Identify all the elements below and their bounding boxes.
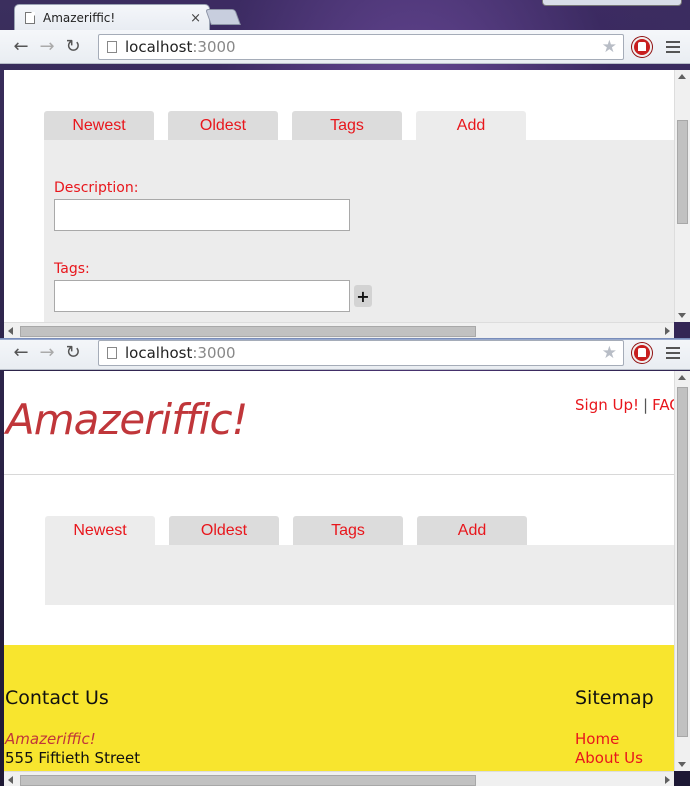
browser-toolbar: ← → ↻ localhost:3000 ★: [0, 30, 690, 64]
signup-link[interactable]: Sign Up!: [575, 396, 639, 414]
tab-tags[interactable]: Tags: [292, 111, 402, 141]
browser-tab-title: Amazeriffic!: [43, 11, 116, 25]
bookmark-star-icon[interactable]: ★: [602, 343, 617, 363]
window-controls[interactable]: [542, 0, 682, 6]
scroll-left-icon[interactable]: [8, 327, 13, 335]
bookmark-star-icon[interactable]: ★: [602, 37, 617, 57]
sitemap-about-link[interactable]: About Us: [575, 749, 643, 767]
faq-link[interactable]: FAQ: [652, 396, 674, 414]
tab-oldest[interactable]: Oldest: [169, 516, 279, 546]
close-tab-icon[interactable]: ×: [190, 11, 201, 26]
browser-toolbar: ← → ↻ localhost:3000 ★: [0, 340, 690, 370]
tab-add[interactable]: Add: [417, 516, 527, 546]
scroll-down-icon[interactable]: [678, 313, 686, 318]
page-info-icon: [107, 40, 117, 53]
scroll-up-icon[interactable]: [678, 74, 686, 79]
app-tab-bar: Newest Oldest Tags Add: [45, 516, 527, 546]
header-divider: [4, 474, 674, 475]
sitemap-heading: Sitemap: [575, 687, 654, 709]
tags-input[interactable]: [54, 280, 350, 312]
chrome-menu-icon[interactable]: [666, 346, 680, 359]
browser-window-top: Amazeriffic! × ← → ↻ localhost:3000 ★ Ne…: [0, 0, 690, 340]
address-bar[interactable]: localhost:3000 ★: [98, 33, 624, 60]
tab-strip: Amazeriffic! ×: [0, 0, 690, 31]
new-tab-button[interactable]: [205, 9, 241, 25]
scroll-right-icon[interactable]: [665, 776, 670, 784]
footer-company-name: Amazeriffic!: [5, 730, 96, 748]
forward-button[interactable]: →: [34, 340, 60, 366]
tab-add[interactable]: Add: [416, 111, 526, 141]
hscroll-thumb[interactable]: [20, 326, 476, 337]
page-viewport: Amazeriffic! Sign Up!|FAQ Newest Oldest …: [4, 371, 674, 771]
vertical-scrollbar[interactable]: [674, 371, 690, 771]
footer-street-address: 555 Fiftieth Street: [5, 749, 141, 767]
tab-newest[interactable]: Newest: [45, 516, 155, 546]
description-input[interactable]: [54, 199, 350, 231]
reload-button[interactable]: ↻: [60, 34, 86, 60]
scroll-up-icon[interactable]: [678, 375, 686, 380]
page-info-icon: [107, 346, 117, 359]
scroll-left-icon[interactable]: [8, 776, 13, 784]
page-icon: [25, 12, 35, 24]
back-button[interactable]: ←: [8, 340, 34, 366]
header-links: Sign Up!|FAQ: [575, 396, 674, 414]
chrome-menu-icon[interactable]: [666, 40, 680, 53]
horizontal-scrollbar[interactable]: [4, 322, 674, 338]
url-port: :3000: [192, 37, 236, 56]
browser-window-bottom: ← → ↻ localhost:3000 ★ Amazeriffic! Sign…: [0, 340, 690, 786]
url-host: localhost: [125, 37, 193, 56]
tab-oldest[interactable]: Oldest: [168, 111, 278, 141]
horizontal-scrollbar[interactable]: [4, 771, 674, 786]
browser-tab-amazeriffic[interactable]: Amazeriffic! ×: [14, 4, 210, 31]
app-tab-bar: Newest Oldest Tags Add: [44, 111, 526, 141]
tab-newest[interactable]: Newest: [44, 111, 154, 141]
adblock-extension-icon[interactable]: [632, 342, 652, 363]
site-logo[interactable]: Amazeriffic!: [6, 395, 248, 444]
scroll-thumb[interactable]: [677, 120, 688, 224]
back-button[interactable]: ←: [8, 34, 34, 60]
link-separator: |: [643, 396, 649, 414]
scroll-thumb[interactable]: [677, 387, 688, 737]
contact-heading: Contact Us: [5, 687, 109, 709]
sitemap-home-link[interactable]: Home: [575, 730, 619, 748]
reload-button[interactable]: ↻: [60, 340, 86, 366]
page-viewport: Newest Oldest Tags Add Description: Tags…: [4, 70, 674, 322]
description-label: Description:: [54, 180, 139, 196]
site-footer: Contact Us Amazeriffic! 555 Fiftieth Str…: [4, 645, 674, 771]
vertical-scrollbar[interactable]: [674, 70, 690, 322]
tags-label: Tags:: [54, 261, 90, 277]
hscroll-thumb[interactable]: [20, 775, 476, 786]
url-port: :3000: [192, 343, 236, 362]
address-bar[interactable]: localhost:3000 ★: [98, 340, 624, 366]
url-host: localhost: [125, 343, 193, 362]
adblock-extension-icon[interactable]: [632, 36, 652, 57]
add-tag-button[interactable]: +: [354, 285, 372, 307]
scroll-right-icon[interactable]: [665, 327, 670, 335]
scroll-down-icon[interactable]: [678, 762, 686, 767]
tab-content-panel: [45, 545, 674, 605]
forward-button[interactable]: →: [34, 34, 60, 60]
tab-tags[interactable]: Tags: [293, 516, 403, 546]
